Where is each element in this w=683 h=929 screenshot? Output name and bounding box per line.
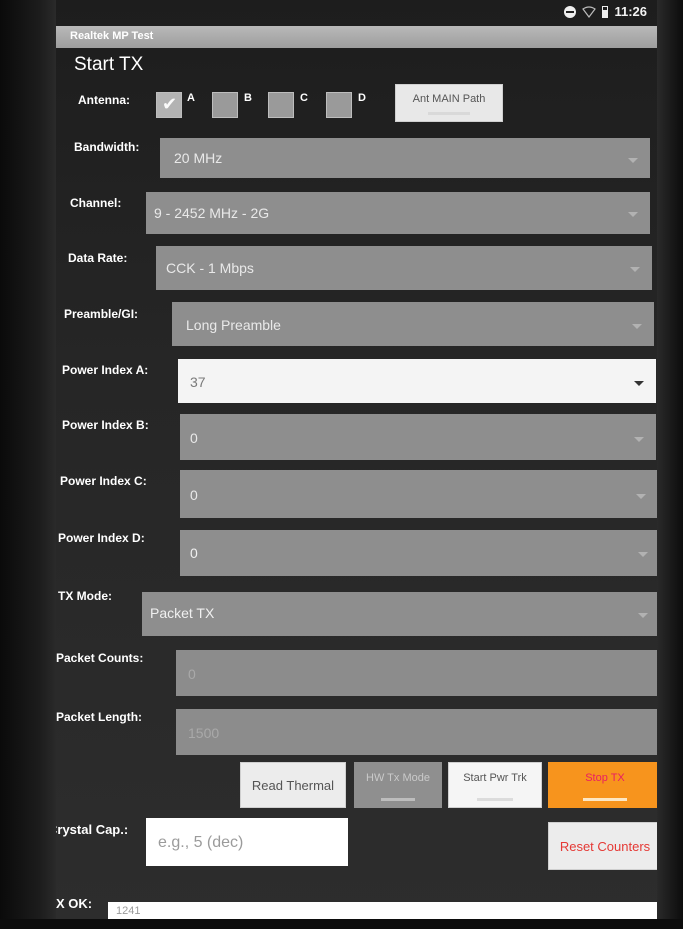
data-rate-dropdown[interactable]: CCK - 1 Mbps	[156, 246, 652, 290]
packet-counts-label: Packet Counts:	[56, 651, 144, 665]
dropdown-arrow-icon	[630, 267, 640, 272]
tx-mode-label: TX Mode:	[58, 589, 112, 603]
antenna-d-checkbox[interactable]	[326, 92, 352, 118]
packet-counts-input[interactable]: 0	[176, 650, 657, 696]
reset-counters-label: Reset Counters	[559, 839, 651, 854]
packet-length-value: 1500	[188, 725, 220, 741]
tx-ok-value: 1241	[116, 905, 141, 917]
packet-length-input[interactable]: 1500	[176, 709, 657, 755]
dropdown-arrow-icon	[634, 381, 644, 386]
antenna-label: Antenna:	[78, 93, 130, 107]
button-underline	[582, 798, 628, 801]
crystal-cap-placeholder: e.g., 5 (dec)	[158, 834, 244, 851]
antenna-c-label: C	[300, 92, 308, 104]
data-rate-value: CCK - 1 Mbps	[166, 260, 254, 276]
tx-ok-field: 1241	[108, 902, 657, 919]
start-pwr-trk-label: Start Pwr Trk	[463, 772, 527, 784]
power-index-c-label: Power Index C:	[60, 474, 147, 488]
packet-counts-value: 0	[188, 666, 196, 682]
read-thermal-button[interactable]: Read Thermal	[240, 762, 346, 808]
do-not-disturb-icon	[564, 5, 577, 18]
power-index-b-value: 0	[190, 430, 198, 446]
power-index-d-label: Power Index D:	[58, 531, 145, 545]
hw-tx-mode-button[interactable]: HW Tx Mode	[354, 762, 442, 808]
antenna-a-checkbox[interactable]	[156, 92, 182, 118]
read-thermal-label: Read Thermal	[251, 778, 335, 793]
crystal-cap-input[interactable]: e.g., 5 (dec)	[146, 818, 348, 866]
power-index-b-label: Power Index B:	[62, 418, 149, 432]
hw-tx-mode-label: HW Tx Mode	[366, 772, 430, 784]
start-pwr-trk-button[interactable]: Start Pwr Trk	[448, 762, 542, 808]
power-index-c-dropdown[interactable]: 0	[180, 470, 657, 518]
device-bezel-right	[657, 0, 683, 929]
button-underline	[427, 112, 471, 115]
antenna-a-label: A	[187, 92, 195, 104]
power-index-a-value: 37	[190, 374, 206, 390]
crystal-cap-label: Crystal Cap.:	[56, 822, 129, 837]
dropdown-arrow-icon	[636, 494, 646, 499]
device-screen: 11:26 Realtek MP Test Start TX Antenna: …	[56, 0, 657, 919]
antenna-b-checkbox[interactable]	[212, 92, 238, 118]
channel-value: 9 - 2452 MHz - 2G	[154, 205, 270, 221]
bandwidth-dropdown[interactable]: 20 MHz	[160, 138, 650, 178]
device-bezel-left	[0, 0, 56, 929]
power-index-d-dropdown[interactable]: 0	[180, 530, 657, 576]
bandwidth-label: Bandwidth:	[74, 140, 140, 154]
status-icons: 11:26	[564, 4, 647, 19]
power-index-d-value: 0	[190, 545, 198, 561]
ant-main-path-label: Ant MAIN Path	[412, 93, 486, 105]
wifi-icon	[582, 5, 597, 18]
dropdown-arrow-icon	[632, 324, 642, 329]
dropdown-arrow-icon	[638, 552, 648, 557]
channel-dropdown[interactable]: 9 - 2452 MHz - 2G	[146, 192, 650, 234]
preamble-dropdown[interactable]: Long Preamble	[172, 302, 654, 346]
stop-tx-label: Stop TX	[585, 772, 625, 784]
status-bar: 11:26	[56, 0, 657, 26]
power-index-b-dropdown[interactable]: 0	[180, 414, 656, 460]
dropdown-arrow-icon	[638, 613, 648, 618]
preamble-value: Long Preamble	[186, 317, 281, 333]
dropdown-arrow-icon	[628, 158, 638, 163]
dropdown-arrow-icon	[628, 212, 638, 217]
power-index-a-dropdown[interactable]: 37	[178, 359, 656, 403]
channel-label: Channel:	[70, 196, 122, 210]
app-title-bar: Realtek MP Test	[56, 26, 657, 48]
packet-length-label: Packet Length:	[56, 710, 143, 724]
power-index-a-label: Power Index A:	[62, 363, 149, 377]
antenna-c-checkbox[interactable]	[268, 92, 294, 118]
status-time: 11:26	[614, 4, 647, 19]
section-title: Start TX	[74, 54, 144, 75]
button-underline	[476, 798, 514, 801]
ant-main-path-button[interactable]: Ant MAIN Path	[395, 84, 503, 122]
button-underline	[380, 798, 416, 801]
app-title: Realtek MP Test	[70, 30, 154, 42]
antenna-d-label: D	[358, 92, 366, 104]
battery-icon	[602, 5, 609, 18]
dropdown-arrow-icon	[634, 437, 644, 442]
tx-mode-value: Packet TX	[150, 605, 215, 621]
power-index-c-value: 0	[190, 487, 198, 503]
antenna-b-label: B	[244, 92, 252, 104]
preamble-label: Preamble/GI:	[64, 307, 139, 321]
stop-tx-button[interactable]: Stop TX	[548, 762, 657, 808]
data-rate-label: Data Rate:	[68, 251, 128, 265]
tx-ok-label: TX OK:	[56, 896, 93, 911]
bandwidth-value: 20 MHz	[174, 150, 223, 166]
device-bezel-bottom	[0, 919, 683, 929]
tx-mode-dropdown[interactable]: Packet TX	[142, 592, 657, 636]
reset-counters-button[interactable]: Reset Counters	[548, 822, 657, 870]
